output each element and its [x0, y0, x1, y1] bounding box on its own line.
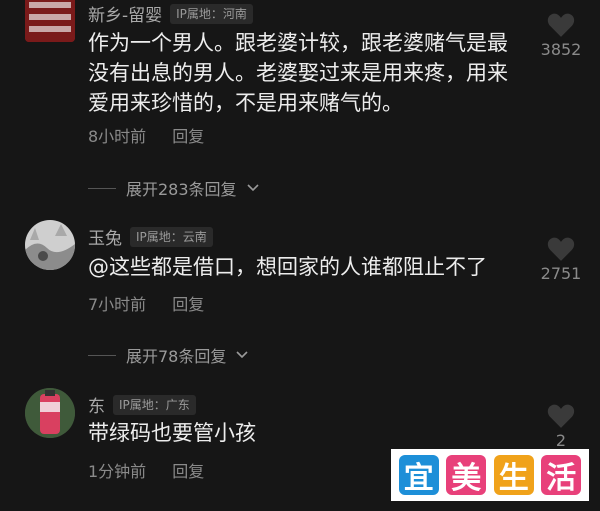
watermark-char: 活 — [541, 455, 582, 496]
avatar[interactable] — [25, 388, 75, 438]
comment-text[interactable]: @这些都是借口，想回家的人谁都阻止不了 — [88, 252, 528, 282]
comment-text[interactable]: 作为一个男人。跟老婆计较，跟老婆赌气是最没有出息的男人。老婆娶过来是用来疼，用来… — [88, 28, 528, 118]
avatar-image — [25, 388, 75, 438]
chevron-down-icon — [236, 351, 248, 359]
heart-icon — [547, 13, 575, 37]
divider-line — [88, 187, 116, 189]
comment-text[interactable]: 带绿码也要管小孩 — [88, 418, 528, 448]
chevron-down-icon — [246, 184, 259, 192]
watermark-char: 生 — [493, 455, 534, 496]
username[interactable]: 东 — [88, 392, 105, 417]
comment-meta: 7小时前 回复 — [88, 291, 204, 315]
name-row: 新乡-留婴 IP属地：河南 — [88, 1, 253, 26]
username[interactable]: 玉兔 — [88, 224, 122, 249]
watermark-logo: 宜 美 生 活 — [391, 449, 589, 501]
heart-icon — [547, 237, 575, 261]
expand-replies-label: 展开78条回复 — [126, 347, 227, 366]
heart-icon — [547, 404, 575, 428]
like-button[interactable]: 3852 — [536, 12, 586, 59]
comment-meta: 8小时前 回复 — [88, 123, 204, 147]
name-row: 玉兔 IP属地：云南 — [88, 224, 213, 249]
ip-location-tag: IP属地：广东 — [113, 394, 196, 415]
timestamp: 8小时前 — [88, 127, 147, 146]
reply-button[interactable]: 回复 — [172, 291, 204, 315]
expand-replies-label: 展开283条回复 — [126, 180, 237, 199]
ip-location-tag: IP属地：河南 — [170, 3, 253, 24]
like-count: 2751 — [540, 264, 582, 283]
timestamp: 7小时前 — [88, 295, 147, 314]
reply-button[interactable]: 回复 — [172, 458, 204, 482]
timestamp: 1分钟前 — [88, 462, 147, 481]
like-count: 2 — [555, 431, 567, 450]
expand-replies-button[interactable]: 展开78条回复 — [88, 343, 248, 367]
avatar[interactable] — [25, 220, 75, 270]
expand-replies-button[interactable]: 展开283条回复 — [88, 176, 259, 200]
username[interactable]: 新乡-留婴 — [88, 1, 162, 26]
reply-button[interactable]: 回复 — [172, 123, 204, 147]
name-row: 东 IP属地：广东 — [88, 392, 196, 417]
avatar[interactable] — [25, 0, 75, 42]
like-button[interactable]: 2 — [536, 403, 586, 450]
watermark-char: 美 — [446, 455, 487, 496]
like-button[interactable]: 2751 — [536, 236, 586, 283]
watermark-char: 宜 — [398, 455, 439, 496]
like-count: 3852 — [540, 40, 582, 59]
comment-meta: 1分钟前 回复 — [88, 458, 204, 482]
divider-line — [88, 354, 116, 356]
avatar-image — [25, 0, 75, 42]
avatar-image — [25, 220, 75, 270]
ip-location-tag: IP属地：云南 — [130, 226, 213, 247]
